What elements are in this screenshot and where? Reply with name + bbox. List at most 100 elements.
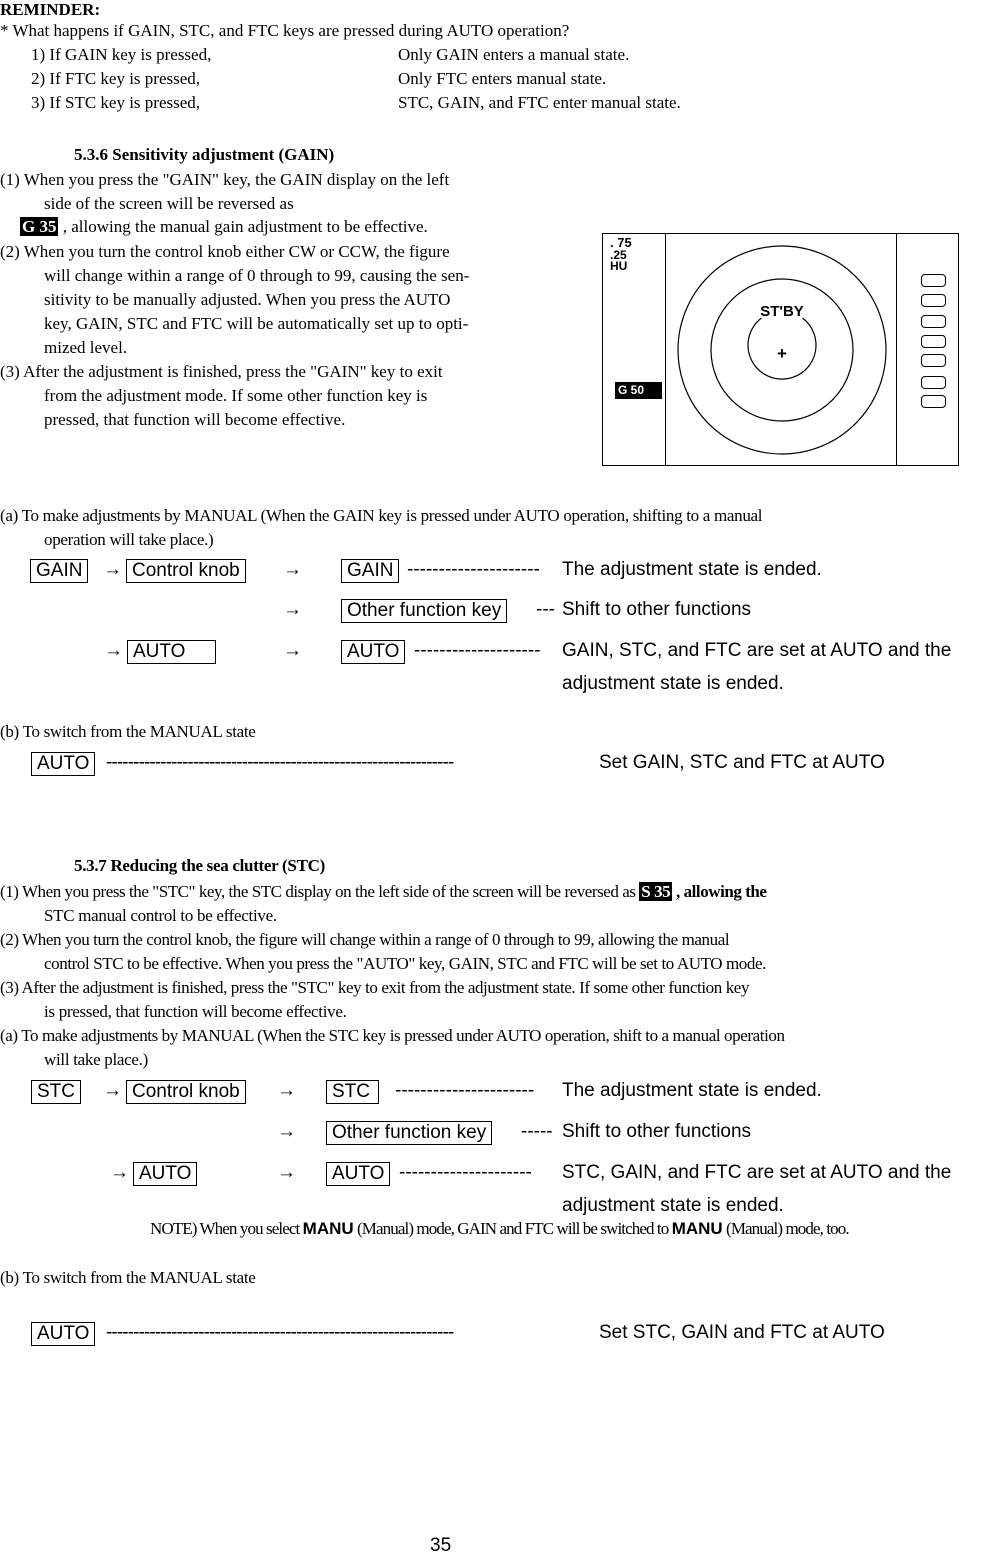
- flow-result: GAIN, STC, and FTC are set at AUTO and t…: [562, 640, 952, 661]
- radar-left-panel: . 75 .25 HU G 50: [603, 234, 666, 465]
- radar-scope: ST'BY +: [677, 245, 887, 455]
- stc-section-heading: 5.3.7 Reducing the sea clutter (STC): [74, 856, 325, 875]
- other-function-key[interactable]: Other function key: [326, 1121, 493, 1145]
- flow-result: Shift to other functions: [562, 1121, 752, 1142]
- softkey[interactable]: [921, 354, 946, 367]
- gain-p1-line: side of the screen will be reversed as: [44, 194, 294, 213]
- gain-p2-line: (2) When you turn the control knob eithe…: [0, 242, 450, 261]
- stc-reversed-badge: S 35: [639, 882, 673, 901]
- gain-key[interactable]: GAIN: [30, 559, 89, 583]
- flow-result: Set STC, GAIN and FTC at AUTO: [599, 1322, 885, 1343]
- stc-a-line: (a) To make adjustments by MANUAL (When …: [0, 1026, 785, 1045]
- reminder-question: * What happens if GAIN, STC, and FTC key…: [0, 21, 570, 40]
- stc-key[interactable]: STC: [31, 1080, 81, 1104]
- gain-b-line: (b) To switch from the MANUAL state: [0, 722, 256, 741]
- arrow-icon: →: [277, 1162, 296, 1183]
- flow-result: adjustment state is ended.: [562, 1195, 784, 1216]
- gain-level-badge: G 50: [615, 382, 662, 399]
- arrow-icon: →: [283, 640, 302, 661]
- flow-result: STC, GAIN, and FTC are set at AUTO and t…: [562, 1162, 952, 1183]
- gain-reversed-badge: G 35: [20, 217, 59, 236]
- gain-p2-line: will change within a range of 0 through …: [44, 266, 470, 285]
- arrow-icon: →: [104, 640, 123, 661]
- gain-p3-line: (3) After the adjustment is finished, pr…: [0, 362, 443, 381]
- gain-a-line: (a) To make adjustments by MANUAL (When …: [0, 506, 763, 525]
- arrow-icon: →: [277, 1121, 296, 1142]
- reminder-title: REMINDER:: [0, 0, 101, 19]
- softkey[interactable]: [921, 274, 946, 287]
- gain-a-line: operation will take place.): [44, 530, 214, 549]
- gain-p2-line: sitivity to be manually adjusted. When y…: [44, 290, 451, 309]
- arrow-icon: →: [277, 1080, 296, 1101]
- leader-dashes: ---------------------: [399, 1162, 532, 1183]
- softkey[interactable]: [921, 335, 946, 348]
- softkey[interactable]: [921, 376, 946, 389]
- arrow-icon: →: [110, 1162, 129, 1183]
- gain-p1-text: , allowing the manual gain adjustment to…: [58, 217, 428, 236]
- manu-label: MANU: [302, 1219, 354, 1238]
- stc-p3-line: (3) After the adjustment is finished, pr…: [0, 978, 750, 997]
- range-readout: . 75: [610, 235, 632, 250]
- stc-p2-line: (2) When you turn the control knob, the …: [0, 930, 730, 949]
- radar-display-figure: . 75 .25 HU G 50 ST'BY +: [602, 233, 959, 466]
- other-function-key[interactable]: Other function key: [341, 599, 508, 623]
- flow-result: Shift to other functions: [562, 599, 752, 620]
- auto-key[interactable]: AUTO: [31, 752, 96, 776]
- leader-dashes: ----------------------------------------…: [106, 752, 454, 773]
- auto-key[interactable]: AUTO: [31, 1322, 96, 1346]
- arrow-icon: →: [103, 1080, 122, 1101]
- reminder-condition: 3) If STC key is pressed,: [31, 93, 201, 112]
- gain-p1-line: G 35 , allowing the manual gain adjustme…: [20, 217, 428, 237]
- leader-dashes: --------------------: [414, 640, 541, 661]
- reminder-result: Only FTC enters manual state.: [398, 69, 607, 88]
- manu-note: NOTE) When you select MANU (Manual) mode…: [150, 1219, 850, 1239]
- softkey[interactable]: [921, 315, 946, 328]
- flow-result: The adjustment state is ended.: [562, 559, 822, 580]
- manu-label: MANU: [671, 1219, 723, 1238]
- softkey[interactable]: [921, 294, 946, 307]
- control-knob-key[interactable]: Control knob: [126, 1080, 246, 1104]
- radar-softkey-panel: [896, 234, 958, 465]
- stc-p3-line: is pressed, that function will become ef…: [44, 1002, 347, 1021]
- leader-dashes: ---: [536, 599, 555, 620]
- gain-p2-line: key, GAIN, STC and FTC will be automatic…: [44, 314, 469, 333]
- reminder-result: STC, GAIN, and FTC enter manual state.: [398, 93, 681, 112]
- stc-p1-text: (1) When you press the "STC" key, the ST…: [0, 882, 640, 901]
- leader-dashes: -----: [521, 1121, 553, 1142]
- stc-p2-line: control STC to be effective. When you pr…: [44, 954, 766, 973]
- gain-p1-line: (1) When you press the "GAIN" key, the G…: [0, 170, 450, 189]
- note-text: NOTE) When you select: [150, 1219, 303, 1238]
- arrow-icon: →: [283, 599, 302, 620]
- orientation-mode-readout: HU: [610, 259, 628, 273]
- flow-result: The adjustment state is ended.: [562, 1080, 822, 1101]
- gain-p2-line: mized level.: [44, 338, 128, 357]
- leader-dashes: ---------------------: [407, 559, 540, 580]
- flow-result: Set GAIN, STC and FTC at AUTO: [599, 752, 885, 773]
- leader-dashes: ----------------------: [395, 1080, 535, 1101]
- control-knob-key[interactable]: Control knob: [126, 559, 246, 583]
- gain-p3-line: pressed, that function will become effec…: [44, 410, 346, 429]
- standby-status: ST'BY: [760, 303, 804, 320]
- note-text: (Manual) mode, GAIN and FTC will be swit…: [353, 1219, 672, 1238]
- stc-p1-line: (1) When you press the "STC" key, the ST…: [0, 882, 767, 902]
- reminder-condition: 2) If FTC key is pressed,: [31, 69, 201, 88]
- auto-key[interactable]: AUTO: [326, 1162, 391, 1186]
- page-number: 35: [430, 1535, 452, 1556]
- stc-p1-line: STC manual control to be effective.: [44, 906, 277, 925]
- auto-key[interactable]: AUTO: [133, 1162, 198, 1186]
- arrow-icon: →: [283, 559, 302, 580]
- gain-p3-line: from the adjustment mode. If some other …: [44, 386, 428, 405]
- auto-key[interactable]: AUTO: [127, 640, 217, 664]
- arrow-icon: →: [103, 559, 122, 580]
- auto-key[interactable]: AUTO: [341, 640, 406, 664]
- softkey[interactable]: [921, 395, 946, 408]
- gain-key[interactable]: GAIN: [341, 559, 400, 583]
- gain-section-heading: 5.3.6 Sensitivity adjustment (GAIN): [74, 145, 335, 164]
- reminder-result: Only GAIN enters a manual state.: [398, 45, 630, 64]
- leader-dashes: ----------------------------------------…: [106, 1322, 454, 1343]
- stc-b-line: (b) To switch from the MANUAL state: [0, 1268, 256, 1287]
- stc-key[interactable]: STC: [326, 1080, 379, 1104]
- note-text: (Manual) mode, too.: [722, 1219, 850, 1238]
- flow-result: adjustment state is ended.: [562, 673, 784, 694]
- center-crosshair-icon: +: [777, 344, 787, 363]
